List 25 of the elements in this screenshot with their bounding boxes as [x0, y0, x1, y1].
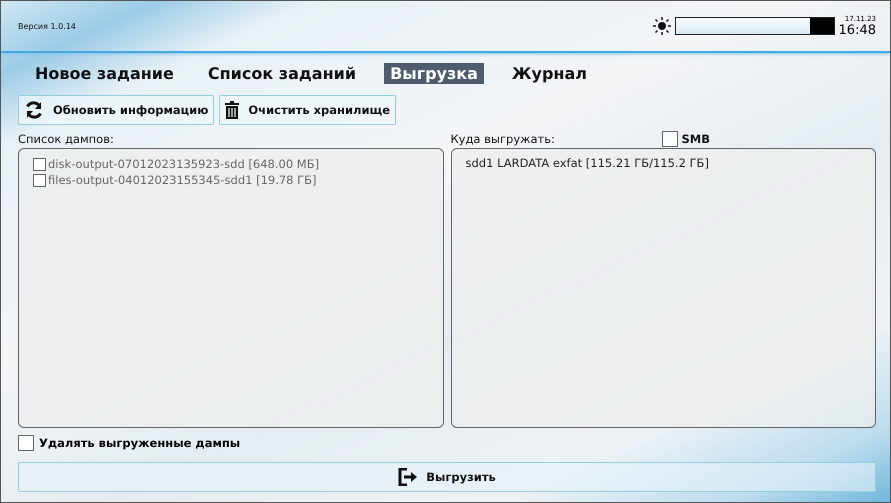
- toolbar-button[interactable]: Обновить информацию: [18, 95, 214, 125]
- tab[interactable]: Список заданий: [202, 63, 362, 84]
- smb-label: SMB: [682, 132, 710, 146]
- checkbox[interactable]: [662, 130, 678, 146]
- list-item[interactable]: files-output-04012023155345-sdd1 [19.78 ГБ]: [48, 172, 317, 188]
- refresh-icon: [24, 100, 44, 120]
- version-label: Версия 1.0.14: [18, 22, 77, 30]
- tab[interactable]: Новое задание: [29, 63, 180, 84]
- checkbox[interactable]: [33, 174, 46, 186]
- tab[interactable]: Выгрузка: [384, 63, 484, 84]
- list-item[interactable]: disk-output-07012023135923-sdd [648.00 МБ]: [48, 156, 320, 172]
- list-item[interactable]: sdd1 LARDATA exfat [115.21 ГБ/115.2 ГБ]: [466, 156, 861, 170]
- dumps-label: Список дампов:: [18, 132, 114, 146]
- brightness-icon: [652, 17, 671, 35]
- tab[interactable]: Журнал: [506, 63, 593, 84]
- checkbox[interactable]: [18, 435, 34, 451]
- toolbar-button[interactable]: Очистить хранилище: [219, 95, 396, 125]
- brightness-bar[interactable]: [674, 17, 835, 35]
- trash-icon: [225, 101, 240, 119]
- checkbox[interactable]: [33, 158, 46, 170]
- target-label: Куда выгружать:: [450, 132, 555, 146]
- delete-option-label: Удалять выгруженные дампы: [39, 436, 240, 450]
- time-label: 16:48: [838, 22, 876, 38]
- export-button[interactable]: Выгрузить: [18, 462, 876, 492]
- export-icon: [398, 468, 418, 486]
